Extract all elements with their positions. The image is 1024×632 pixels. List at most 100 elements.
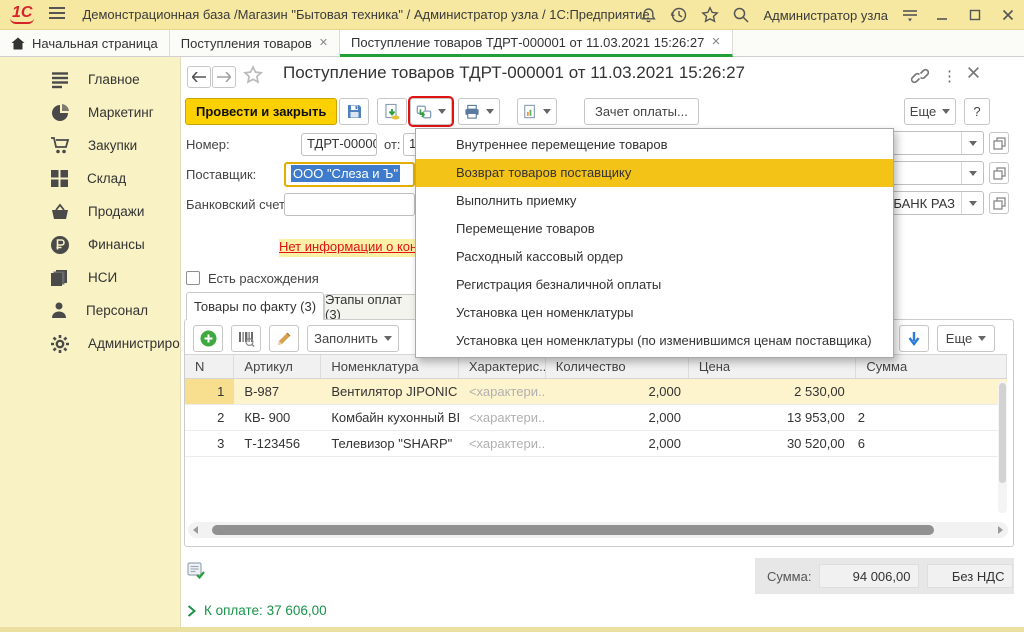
column-header[interactable]: Сумма xyxy=(856,355,1007,378)
bank-account-input[interactable] xyxy=(284,193,415,216)
open-item-button[interactable] xyxy=(989,132,1009,154)
menu-item-return-to-supplier[interactable]: Возврат товаров поставщику xyxy=(416,159,893,187)
discrepancy-checkbox[interactable] xyxy=(186,271,200,285)
tab-receipts-list[interactable]: Поступления товаров ✕ xyxy=(170,30,340,57)
cell-sum: 2 xyxy=(857,405,1007,430)
main-menu-icon[interactable] xyxy=(48,6,66,23)
post-and-close-button[interactable]: Провести и закрыть xyxy=(185,98,337,125)
based-on-icon xyxy=(416,104,432,120)
tab-receipt-document[interactable]: Поступление товаров ТДРТ-000001 от 11.03… xyxy=(340,30,733,57)
column-header[interactable]: Характерис... xyxy=(459,355,546,378)
sidebar-item-finance[interactable]: Финансы xyxy=(0,228,180,261)
menu-item-set-prices-changed[interactable]: Установка цен номенклатуры (по изменивши… xyxy=(416,327,893,355)
form-more-button[interactable]: Еще xyxy=(904,98,956,125)
help-button[interactable]: ? xyxy=(964,98,990,125)
no-contact-info-link[interactable]: Нет информации о кон xyxy=(279,239,415,257)
fill-button[interactable]: Заполнить xyxy=(307,325,399,352)
service-menu-icon[interactable] xyxy=(899,4,921,26)
search-icon[interactable] xyxy=(730,4,752,26)
favorites-star-icon[interactable] xyxy=(699,4,721,26)
scroll-left-arrow-icon[interactable] xyxy=(193,526,198,534)
comment-doc-icon[interactable] xyxy=(187,562,206,583)
save-button[interactable] xyxy=(339,98,369,125)
window-title: Демонстрационная база /Магазин "Бытовая … xyxy=(82,7,649,22)
edit-row-button[interactable] xyxy=(269,325,299,352)
open-item-button[interactable] xyxy=(989,162,1009,184)
sections-sidebar: Главное Маркетинг Закупки Склад Продажи … xyxy=(0,57,180,632)
arrow-down-icon xyxy=(907,331,921,346)
dropdown-arrow-icon[interactable] xyxy=(961,162,983,184)
cell-article: Т-123456 xyxy=(234,431,321,456)
favorite-star-icon[interactable] xyxy=(243,65,263,88)
more-vertical-dots-icon[interactable]: ⋮ xyxy=(942,67,957,85)
sidebar-item-main[interactable]: Главное xyxy=(0,63,180,96)
open-item-button[interactable] xyxy=(989,192,1009,214)
table-vertical-scrollbar[interactable] xyxy=(998,381,1007,513)
scroll-right-arrow-icon[interactable] xyxy=(998,526,1003,534)
notifications-bell-icon[interactable] xyxy=(637,4,659,26)
create-based-on-button[interactable] xyxy=(410,98,452,125)
menu-item-noncash-payment[interactable]: Регистрация безналичной оплаты xyxy=(416,271,893,299)
menu-item-perform-acceptance[interactable]: Выполнить приемку xyxy=(416,187,893,215)
supplier-input[interactable]: ООО "Слеза и Ъ" xyxy=(284,162,415,187)
ruble-icon xyxy=(50,235,70,255)
column-header[interactable]: Артикул xyxy=(234,355,321,378)
tab-home[interactable]: Начальная страница xyxy=(0,30,170,57)
post-doc-icon xyxy=(383,103,401,121)
table-horizontal-scrollbar[interactable] xyxy=(188,522,1008,538)
get-link-icon[interactable] xyxy=(909,66,929,89)
column-header[interactable]: N xyxy=(185,355,234,378)
payable-expander[interactable]: К оплате: 37 606,00 xyxy=(187,603,327,618)
close-form-icon[interactable] xyxy=(967,66,980,82)
tab-payment-stages[interactable]: Этапы оплат (3) xyxy=(324,294,420,320)
tab-goods-by-fact[interactable]: Товары по факту (3) xyxy=(186,292,324,320)
sidebar-item-administration[interactable]: Администрирование xyxy=(0,327,180,360)
column-header[interactable]: Номенклатура xyxy=(321,355,459,378)
number-input[interactable]: ТДРТ-000001 xyxy=(301,133,377,156)
back-button[interactable] xyxy=(187,66,211,88)
close-window-button[interactable] xyxy=(996,4,1020,26)
sidebar-item-purchases[interactable]: Закупки xyxy=(0,129,180,162)
close-tab-icon[interactable]: ✕ xyxy=(711,37,720,48)
menu-item-set-prices[interactable]: Установка цен номенклатуры xyxy=(416,299,893,327)
sidebar-item-warehouse[interactable]: Склад xyxy=(0,162,180,195)
chevron-down-icon xyxy=(384,336,392,341)
chevron-down-icon xyxy=(942,109,950,114)
reports-button[interactable] xyxy=(517,98,557,125)
barcode-scan-button[interactable] xyxy=(231,325,261,352)
cell-characteristic: <характери... xyxy=(459,379,546,404)
move-row-down-button[interactable] xyxy=(899,325,929,352)
books-icon xyxy=(50,268,70,287)
table-row[interactable]: 1 В-987 Вентилятор JIPONIC (... <характе… xyxy=(185,379,1007,405)
add-row-button[interactable] xyxy=(193,325,223,352)
dropdown-arrow-icon[interactable] xyxy=(961,192,983,214)
table-more-button[interactable]: Еще xyxy=(937,325,995,352)
menu-item-cash-outflow-order[interactable]: Расходный кассовый ордер xyxy=(416,243,893,271)
dropdown-arrow-icon[interactable] xyxy=(961,132,983,154)
table-row[interactable]: 2 КВ- 900 Комбайн кухонный BI... <характ… xyxy=(185,405,1007,431)
menu-item-internal-transfer[interactable]: Внутреннее перемещение товаров xyxy=(416,131,893,159)
vertical-scroll-thumb[interactable] xyxy=(999,383,1006,483)
sidebar-item-marketing[interactable]: Маркетинг xyxy=(0,96,180,129)
offset-payment-button[interactable]: Зачет оплаты... xyxy=(584,98,699,125)
sidebar-item-sales[interactable]: Продажи xyxy=(0,195,180,228)
table-row[interactable]: 3 Т-123456 Телевизор "SHARP" <характери.… xyxy=(185,431,1007,457)
maximize-button[interactable] xyxy=(963,4,987,26)
vat-mode-value: Без НДС xyxy=(927,564,1013,588)
column-header[interactable]: Цена xyxy=(689,355,857,378)
close-tab-icon[interactable]: ✕ xyxy=(319,38,328,49)
post-document-button[interactable] xyxy=(377,98,407,125)
history-icon[interactable] xyxy=(668,4,690,26)
current-user-label[interactable]: Администратор узла xyxy=(763,8,888,23)
forward-button[interactable] xyxy=(212,66,236,88)
column-header[interactable]: Количество xyxy=(546,355,689,378)
grid-icon xyxy=(50,169,69,188)
payable-link[interactable]: К оплате: 37 606,00 xyxy=(204,603,327,618)
menu-item-goods-transfer[interactable]: Перемещение товаров xyxy=(416,215,893,243)
sidebar-item-staff[interactable]: Персонал xyxy=(0,294,180,327)
print-button[interactable] xyxy=(458,98,500,125)
horizontal-scroll-thumb[interactable] xyxy=(212,525,934,535)
cell-item: Комбайн кухонный BI... xyxy=(321,405,459,430)
sidebar-item-nsi[interactable]: НСИ xyxy=(0,261,180,294)
minimize-button[interactable] xyxy=(930,4,954,26)
